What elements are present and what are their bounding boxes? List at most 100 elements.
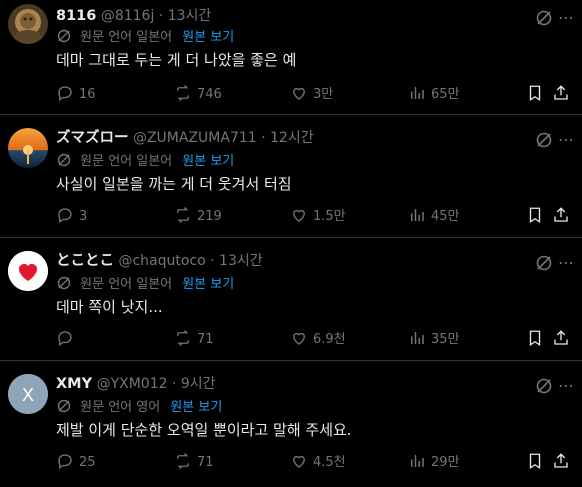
retweet-icon [177, 85, 189, 101]
share-button[interactable] [552, 329, 575, 349]
display-name[interactable]: ズマズロー [56, 130, 129, 146]
more-options-icon[interactable]: ⋯ [556, 8, 576, 28]
timeline-feed: 8116 @8116j · 13시간 ⋯ 원문 언어 일본어 원본 보기 데마 … [0, 0, 582, 487]
views-button[interactable]: 65만 [408, 84, 460, 104]
reply-button[interactable]: 25 [56, 452, 96, 472]
bookmark-button[interactable] [526, 84, 549, 104]
tweet-text: 제발 이게 단순한 오역일 뿐이라고 말해 주세요. [56, 421, 352, 439]
avatar[interactable] [8, 4, 48, 44]
display-name[interactable]: XMY [56, 376, 92, 392]
share-icon [554, 85, 568, 100]
reply-count: 3 [79, 209, 88, 224]
views-count: 35만 [431, 332, 460, 347]
bookmark-button[interactable] [526, 206, 549, 226]
views-icon [411, 87, 424, 99]
like-button[interactable]: 6.9천 [290, 329, 346, 349]
tweet-actions: 16 746 3만 65만 [56, 84, 582, 104]
grok-icon[interactable] [534, 8, 554, 28]
views-count: 65만 [431, 87, 460, 102]
bookmark-icon [529, 85, 541, 102]
more-options-icon[interactable]: ⋯ [556, 376, 576, 396]
bookmark-icon [529, 453, 541, 470]
user-handle[interactable]: @YXM012 [97, 376, 168, 392]
tweet-header: とことこ @chaqutoco · 13시간 [56, 251, 542, 271]
reply-button[interactable] [56, 329, 79, 349]
tweet-actions: 3 219 1.5만 45만 [56, 206, 582, 226]
like-button[interactable]: 3만 [290, 84, 333, 104]
translation-label: 원문 언어 일본어 [80, 277, 173, 292]
timestamp[interactable]: · 13시간 [159, 8, 211, 24]
show-original-link[interactable]: 원본 보기 [182, 30, 234, 45]
tweet[interactable]: ズマズロー @ZUMAZUMA711 · 12시간 ⋯ 원문 언어 일본어 원본… [0, 116, 582, 238]
translate-icon [57, 29, 71, 43]
views-button[interactable]: 29만 [408, 452, 460, 472]
views-icon [411, 455, 424, 467]
reply-button[interactable]: 16 [56, 84, 96, 104]
tweet[interactable]: とことこ @chaqutoco · 13시간 ⋯ 원문 언어 일본어 원본 보기… [0, 239, 582, 361]
user-handle[interactable]: @ZUMAZUMA711 [133, 130, 257, 146]
heart-icon [293, 209, 305, 222]
share-icon [554, 207, 568, 222]
user-handle[interactable]: @8116j [101, 8, 155, 24]
translation-label: 원문 언어 일본어 [80, 30, 173, 45]
reply-button[interactable]: 3 [56, 206, 87, 226]
retweet-button[interactable]: 71 [174, 329, 214, 349]
retweet-count: 71 [197, 332, 214, 347]
timestamp[interactable]: · 9시간 [172, 376, 216, 392]
display-name[interactable]: とことこ [56, 253, 114, 269]
retweet-button[interactable]: 746 [174, 84, 222, 104]
timestamp[interactable]: · 13시간 [210, 253, 262, 269]
tweet-header: XMY @YXM012 · 9시간 [56, 374, 542, 394]
like-count: 4.5천 [313, 455, 346, 470]
user-handle[interactable]: @chaqutoco [118, 253, 205, 269]
tweet-text: 사실이 일본을 까는 게 더 웃겨서 터짐 [56, 175, 292, 193]
display-name[interactable]: 8116 [56, 8, 96, 24]
timestamp[interactable]: · 12시간 [261, 130, 313, 146]
grok-icon[interactable] [534, 376, 554, 396]
retweet-button[interactable]: 219 [174, 206, 222, 226]
avatar[interactable]: X [8, 374, 48, 414]
views-button[interactable]: 45만 [408, 206, 460, 226]
reply-count: 25 [79, 455, 96, 470]
translation-bar: 원문 언어 일본어 원본 보기 [56, 152, 234, 170]
grok-icon[interactable] [534, 130, 554, 150]
share-button[interactable] [552, 84, 575, 104]
views-count: 29만 [431, 455, 460, 470]
translation-bar: 원문 언어 일본어 원본 보기 [56, 275, 234, 293]
like-count: 6.9천 [313, 332, 346, 347]
show-original-link[interactable]: 원본 보기 [170, 400, 222, 415]
share-button[interactable] [552, 206, 575, 226]
avatar[interactable] [8, 251, 48, 291]
like-button[interactable]: 1.5만 [290, 206, 346, 226]
retweet-icon [177, 330, 189, 346]
translate-icon [57, 276, 71, 290]
translation-bar: 원문 언어 영어 원본 보기 [56, 398, 222, 416]
show-original-link[interactable]: 원본 보기 [182, 277, 234, 292]
share-button[interactable] [552, 452, 575, 472]
retweet-icon [177, 207, 189, 223]
reply-icon [58, 454, 72, 470]
avatar[interactable] [8, 128, 48, 168]
translate-icon [57, 399, 71, 413]
translation-label: 원문 언어 영어 [80, 400, 161, 415]
reply-icon [58, 331, 72, 347]
tweet-header: 8116 @8116j · 13시간 [56, 6, 542, 26]
translation-bar: 원문 언어 일본어 원본 보기 [56, 28, 234, 46]
reply-icon [58, 208, 72, 224]
retweet-button[interactable]: 71 [174, 452, 214, 472]
share-icon [554, 453, 568, 468]
like-count: 3만 [313, 87, 334, 102]
more-options-icon[interactable]: ⋯ [556, 253, 576, 273]
tweet[interactable]: 8116 @8116j · 13시간 ⋯ 원문 언어 일본어 원본 보기 데마 … [0, 0, 582, 115]
views-icon [411, 332, 424, 344]
bookmark-button[interactable] [526, 329, 549, 349]
views-count: 45만 [431, 209, 460, 224]
heart-icon [293, 87, 305, 100]
like-button[interactable]: 4.5천 [290, 452, 346, 472]
tweet[interactable]: X XMY @YXM012 · 9시간 ⋯ 원문 언어 영어 원본 보기 제발 … [0, 362, 582, 487]
more-options-icon[interactable]: ⋯ [556, 130, 576, 150]
views-button[interactable]: 35만 [408, 329, 460, 349]
bookmark-button[interactable] [526, 452, 549, 472]
grok-icon[interactable] [534, 253, 554, 273]
show-original-link[interactable]: 원본 보기 [182, 154, 234, 169]
